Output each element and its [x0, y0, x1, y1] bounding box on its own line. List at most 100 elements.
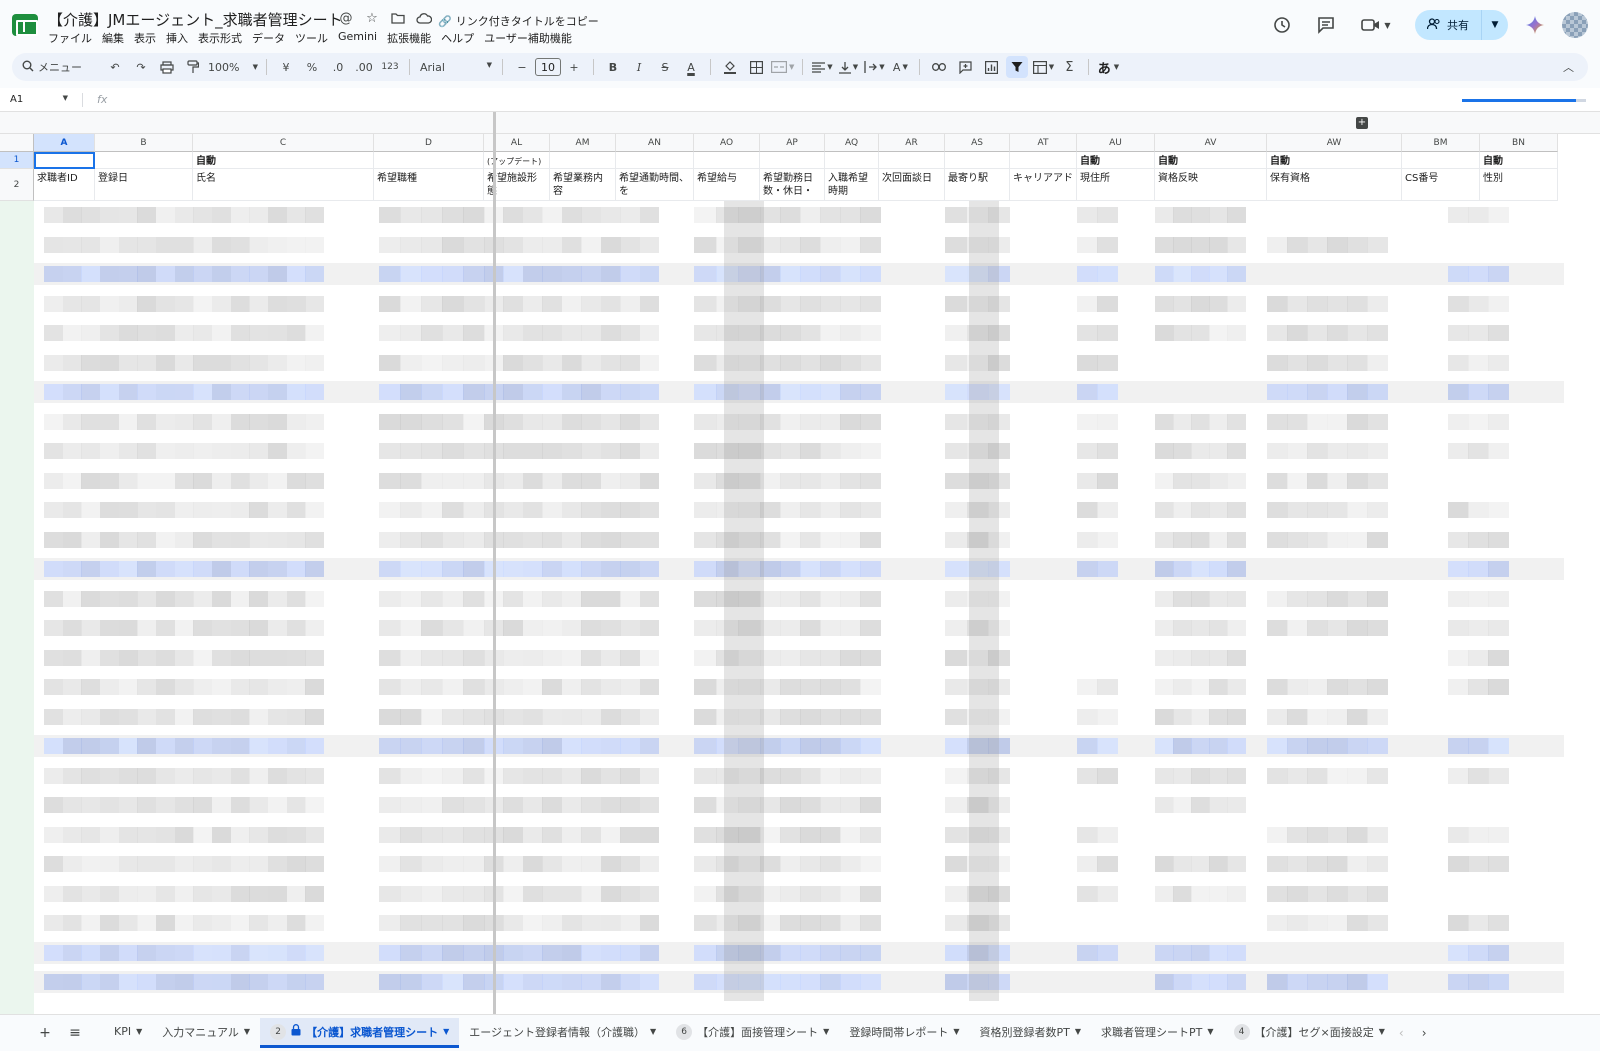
cell-a1[interactable]: [34, 152, 95, 169]
functions-button[interactable]: Σ: [1058, 56, 1080, 78]
column-header-an[interactable]: AN: [616, 134, 694, 152]
insert-link-icon[interactable]: [928, 56, 950, 78]
insert-chart-icon[interactable]: [980, 56, 1002, 78]
insert-comment-icon[interactable]: [954, 56, 976, 78]
percent-format-button[interactable]: %: [301, 56, 323, 78]
font-size-increase-icon[interactable]: +: [563, 56, 585, 78]
sheet-tab[interactable]: 4 【介護】セグ×面接設定 ▼: [1224, 1018, 1395, 1048]
cell-av1[interactable]: 自動: [1155, 152, 1267, 169]
column-header-am[interactable]: AM: [550, 134, 616, 152]
cell-bn1[interactable]: 自動: [1480, 152, 1558, 169]
column-header-aq[interactable]: AQ: [825, 134, 879, 152]
cell-at1[interactable]: [1010, 152, 1077, 169]
row-header-2[interactable]: 2: [0, 169, 34, 201]
cell-aq1[interactable]: [825, 152, 879, 169]
horizontal-align-icon[interactable]: ▼: [811, 56, 833, 78]
cell-d2[interactable]: 希望職種: [374, 169, 484, 201]
select-all-corner[interactable]: [0, 134, 34, 152]
sheet-tab[interactable]: 2 【介護】求職者管理シート ▼: [260, 1018, 460, 1048]
chevron-down-icon[interactable]: ▼: [1207, 1027, 1213, 1036]
mention-icon[interactable]: @: [338, 10, 354, 26]
cell-ap1[interactable]: [760, 152, 825, 169]
column-header-d[interactable]: D: [374, 134, 484, 152]
cell-b1[interactable]: [95, 152, 193, 169]
cell-as2[interactable]: 最寄り駅: [945, 169, 1010, 201]
cell-b2[interactable]: 登録日: [95, 169, 193, 201]
menu-search[interactable]: メニュー: [22, 59, 102, 75]
column-header-a[interactable]: A: [34, 134, 95, 152]
all-sheets-icon[interactable]: ≡: [60, 1025, 90, 1041]
cell-a2[interactable]: 求職者ID: [34, 169, 95, 201]
column-header-au[interactable]: AU: [1077, 134, 1155, 152]
cell-an1[interactable]: [616, 152, 694, 169]
collapse-toolbar-icon[interactable]: ︿: [1563, 59, 1574, 75]
font-size-input[interactable]: 10: [535, 58, 561, 76]
currency-format-button[interactable]: ¥: [275, 56, 297, 78]
undo-icon[interactable]: ↶: [104, 56, 126, 78]
column-header-bm[interactable]: BM: [1402, 134, 1480, 152]
cell-bm2[interactable]: CS番号: [1402, 169, 1480, 201]
chevron-down-icon[interactable]: ▼: [650, 1027, 656, 1036]
filter-icon[interactable]: [1006, 56, 1029, 78]
cell-at2[interactable]: キャリアアド: [1010, 169, 1077, 201]
menu-item[interactable]: 挿入: [166, 30, 188, 46]
column-header-ap[interactable]: AP: [760, 134, 825, 152]
column-header-bn[interactable]: BN: [1480, 134, 1558, 152]
share-main[interactable]: 共有: [1415, 10, 1482, 40]
redo-icon[interactable]: ↷: [130, 56, 152, 78]
share-dropdown-icon[interactable]: ▼: [1482, 10, 1508, 40]
font-size-decrease-icon[interactable]: −: [511, 56, 533, 78]
copy-link-button[interactable]: 🔗 リンク付きタイトルをコピー: [438, 13, 599, 29]
cell-ao1[interactable]: [694, 152, 760, 169]
cell-d1[interactable]: [374, 152, 484, 169]
cell-as1[interactable]: [945, 152, 1010, 169]
sheet-tab[interactable]: 6 【介護】面接管理シート ▼: [666, 1018, 839, 1048]
sheets-logo-icon[interactable]: [12, 14, 38, 36]
chevron-left-icon[interactable]: ‹: [1399, 1026, 1404, 1040]
sheet-tab[interactable]: 登録時間帯レポート ▼: [839, 1018, 969, 1048]
column-header-ao[interactable]: AO: [694, 134, 760, 152]
vertical-align-icon[interactable]: ▼: [837, 56, 859, 78]
text-color-button[interactable]: A: [680, 56, 702, 78]
document-title[interactable]: 【介護】JMエージェント_求職者管理シート: [48, 9, 343, 30]
paint-format-icon[interactable]: [182, 56, 204, 78]
menu-item[interactable]: 表示形式: [198, 30, 242, 46]
cell-ar2[interactable]: 次回面談日: [879, 169, 945, 201]
text-rotation-icon[interactable]: A ▼: [889, 56, 911, 78]
menu-item[interactable]: 編集: [102, 30, 124, 46]
cell-bm1[interactable]: [1402, 152, 1480, 169]
cell-am2[interactable]: 希望業務内容: [550, 169, 616, 201]
chevron-right-icon[interactable]: ›: [1422, 1026, 1427, 1040]
sheet-tab[interactable]: エージェント登録者情報（介護職） ▼: [459, 1018, 666, 1048]
comment-icon[interactable]: [1315, 14, 1337, 36]
bold-button[interactable]: B: [602, 56, 624, 78]
filter-views-icon[interactable]: ▼: [1032, 56, 1054, 78]
spreadsheet-grid[interactable]: + A B C D AL AM AN AO AP AQ AR AS AT AU AV AW BM BN 12 自動…: [0, 112, 1600, 1014]
strikethrough-button[interactable]: S: [654, 56, 676, 78]
menu-item[interactable]: データ: [252, 30, 285, 46]
sheet-tab[interactable]: KPI ▼: [104, 1018, 152, 1048]
video-icon[interactable]: ▼: [1359, 14, 1393, 36]
gemini-star-icon[interactable]: [1524, 14, 1546, 36]
column-header-b[interactable]: B: [95, 134, 193, 152]
share-button[interactable]: 共有 ▼: [1415, 10, 1508, 40]
row-header-1[interactable]: 1: [0, 152, 34, 169]
menu-item[interactable]: ヘルプ: [441, 30, 474, 46]
column-header-at[interactable]: AT: [1010, 134, 1077, 152]
history-icon[interactable]: [1271, 14, 1293, 36]
fill-color-icon[interactable]: [719, 56, 741, 78]
cell-aw1[interactable]: 自動: [1267, 152, 1402, 169]
cell-aw2[interactable]: 保有資格: [1267, 169, 1402, 201]
cell-am1[interactable]: [550, 152, 616, 169]
menu-item[interactable]: ツール: [295, 30, 328, 46]
column-header-as[interactable]: AS: [945, 134, 1010, 152]
column-header-aw[interactable]: AW: [1267, 134, 1402, 152]
chevron-down-icon[interactable]: ▼: [953, 1027, 959, 1036]
column-header-ar[interactable]: AR: [879, 134, 945, 152]
cloud-status-icon[interactable]: [416, 10, 432, 26]
decrease-decimal-button[interactable]: .0: [327, 56, 349, 78]
merge-cells-icon[interactable]: ▼: [771, 56, 794, 78]
italic-button[interactable]: I: [628, 56, 650, 78]
cell-ap2[interactable]: 希望勤務日数・休日・: [760, 169, 825, 201]
chevron-down-icon[interactable]: ▼: [443, 1027, 449, 1036]
